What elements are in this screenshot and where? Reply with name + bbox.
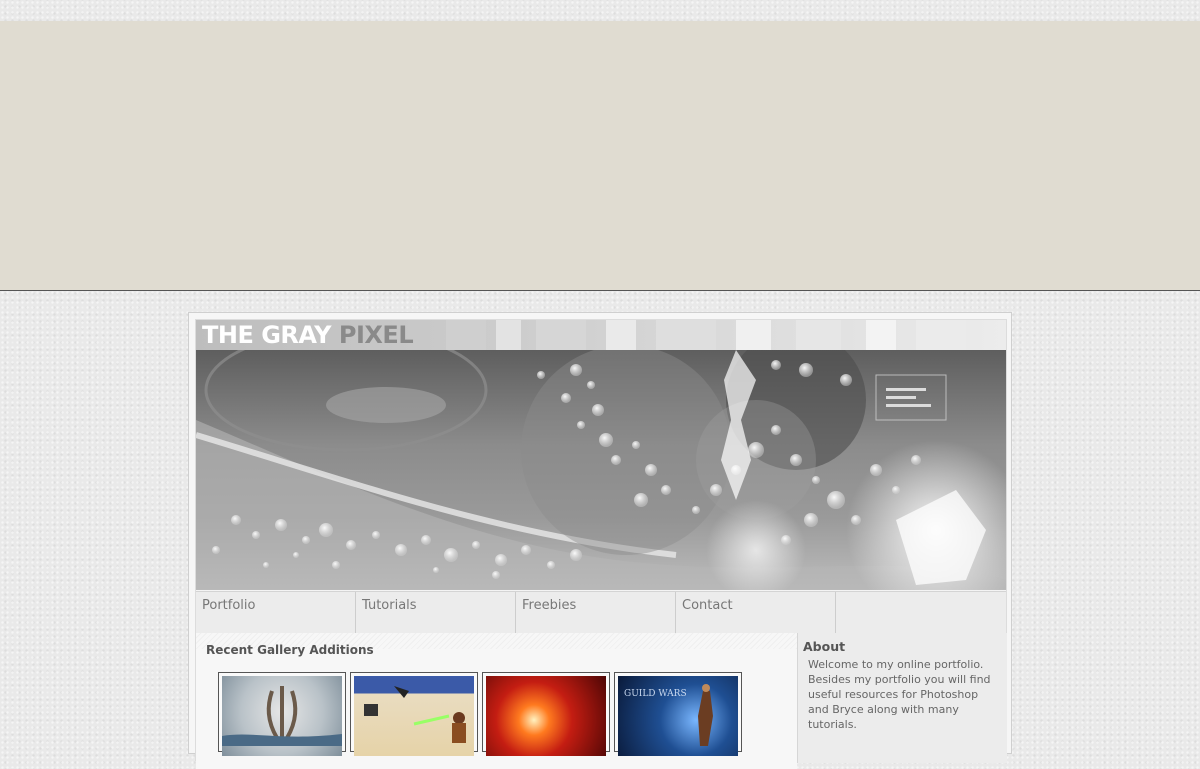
main-navigation: Portfolio Tutorials Freebies Contact: [196, 591, 1006, 634]
oblivion-emblem-image: [222, 676, 342, 756]
abstract-bubbles-graphic: [196, 350, 1006, 590]
gallery-thumbnail[interactable]: GUILD WARS: [614, 672, 742, 756]
main-content: Recent Gallery Additions GUILD WARS: [196, 633, 797, 769]
site-logo[interactable]: THE GRAY PIXEL: [202, 321, 414, 349]
nav-item-freebies[interactable]: Freebies: [516, 592, 676, 633]
nav-item-label: Tutorials: [362, 598, 417, 613]
site-inner: THE GRAY PIXEL Portfolio Tutorials Freeb…: [195, 319, 1007, 769]
svg-text:GUILD WARS: GUILD WARS: [624, 689, 687, 699]
lightsaber-scene-image: [354, 676, 474, 756]
guild-wars-image: GUILD WARS: [618, 676, 738, 756]
nav-item-tutorials[interactable]: Tutorials: [356, 592, 516, 633]
red-explosion-image: [486, 676, 606, 756]
site-container: THE GRAY PIXEL Portfolio Tutorials Freeb…: [188, 312, 1012, 769]
nav-item-label: Contact: [682, 598, 733, 613]
header-strip: THE GRAY PIXEL: [196, 320, 1006, 350]
nav-item-portfolio[interactable]: Portfolio: [196, 592, 356, 633]
gallery-thumbnails: GUILD WARS: [218, 672, 742, 756]
header-banner-image: [196, 350, 1006, 590]
gallery-thumbnail[interactable]: [350, 672, 478, 756]
about-heading: About: [803, 639, 846, 654]
gallery-thumbnail[interactable]: [482, 672, 610, 756]
nav-item-label: Freebies: [522, 598, 577, 613]
logo-text-secondary: PIXEL: [338, 321, 414, 349]
top-banner-area: [0, 21, 1200, 291]
section-title: Recent Gallery Additions: [206, 643, 374, 657]
nav-item-label: Portfolio: [202, 598, 256, 613]
gallery-thumbnail[interactable]: [218, 672, 346, 756]
logo-text-primary: THE GRAY: [202, 321, 332, 349]
sidebar-about: About Welcome to my online portfolio. Be…: [797, 633, 1007, 763]
nav-item-contact[interactable]: Contact: [676, 592, 836, 633]
about-text: Welcome to my online portfolio. Besides …: [808, 658, 991, 731]
